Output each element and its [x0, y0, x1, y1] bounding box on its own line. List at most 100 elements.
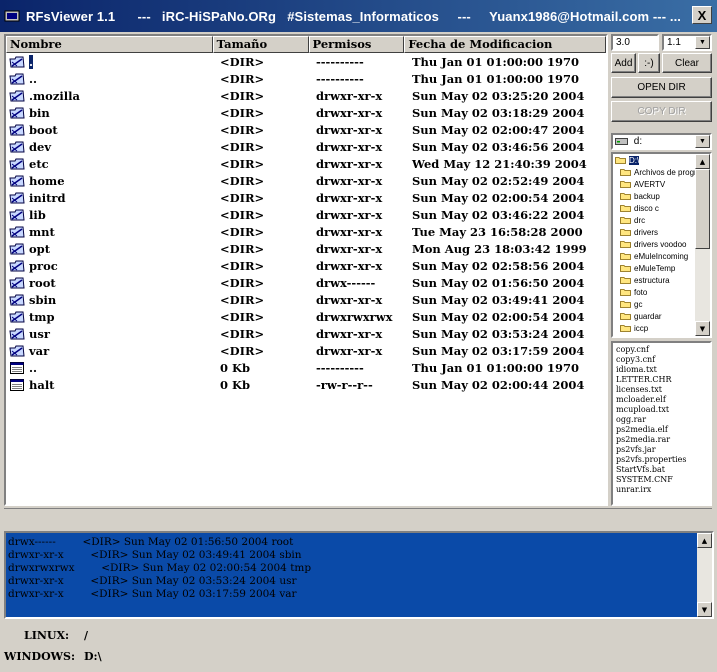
open-dir-button[interactable]: OPEN DIR: [611, 77, 712, 98]
table-row[interactable]: .mozilla <DIR> drwxr-xr-x Sun May 02 03:25:…: [6, 87, 606, 104]
column-header-tamano[interactable]: Tamaño: [212, 36, 309, 53]
table-row[interactable]: dev <DIR> drwxr-xr-x Sun May 02 03:46:56 20…: [6, 138, 606, 155]
table-row[interactable]: .. <DIR> ---------- Thu Jan 01 01:00:00 197…: [6, 70, 606, 87]
file-name: ..: [29, 71, 38, 86]
column-header-fecha[interactable]: Fecha de Modificacion: [404, 36, 606, 53]
list-item[interactable]: eMuleTemp: [613, 262, 696, 274]
clear-button[interactable]: Clear: [662, 53, 712, 73]
scroll-down-icon[interactable]: ▼: [695, 321, 710, 336]
list-item[interactable]: copy.cnf: [616, 345, 710, 355]
folder-icon: [620, 205, 631, 212]
folder-icon: [620, 229, 631, 236]
cell-size: <DIR>: [220, 88, 265, 103]
close-button[interactable]: X: [692, 6, 712, 24]
cell-permissions: drwx------: [316, 275, 376, 290]
cell-size: <DIR>: [220, 71, 265, 86]
list-item[interactable]: disco c: [613, 202, 696, 214]
scroll-up-icon[interactable]: ▲: [697, 533, 712, 548]
folder-icon: [620, 241, 631, 248]
cell-permissions: drwxr-xr-x: [316, 173, 383, 188]
list-item[interactable]: estructura: [613, 274, 696, 286]
list-item[interactable]: drc: [613, 214, 696, 226]
list-item[interactable]: ps2media.rar: [616, 435, 710, 445]
list-item[interactable]: StartVfs.bat: [616, 465, 710, 475]
cell-name: initrd: [6, 191, 213, 205]
list-item[interactable]: SYSTEM.CNF: [616, 475, 710, 485]
list-item[interactable]: ps2vfs.properties: [616, 455, 710, 465]
chevron-down-icon[interactable]: ▼: [695, 135, 710, 148]
file-list[interactable]: copy.cnf copy3.cnf idioma.txt LETTER.CHR lic…: [611, 341, 712, 506]
smiley-button[interactable]: :-): [638, 53, 660, 73]
scroll-down-icon[interactable]: ▼: [697, 602, 712, 617]
directory-scrollbar[interactable]: ▲ ▼: [695, 154, 710, 336]
list-item[interactable]: copy3.cnf: [616, 355, 710, 365]
table-row[interactable]: halt 0 Kb -rw-r--r-- Sun May 02 02:00:44 20…: [6, 376, 606, 393]
table-row[interactable]: usr <DIR> drwxr-xr-x Sun May 02 03:53:24 20…: [6, 325, 606, 342]
column-header-permisos[interactable]: Permisos: [308, 36, 405, 53]
list-item[interactable]: backup: [613, 190, 696, 202]
folder-link-icon: [9, 124, 25, 135]
table-row[interactable]: mnt <DIR> drwxr-xr-x Tue May 23 16:58:28 20…: [6, 223, 606, 240]
table-row[interactable]: root <DIR> drwx------ Sun May 02 01:56:50 2…: [6, 274, 606, 291]
list-item[interactable]: gc: [613, 298, 696, 310]
chevron-down-icon[interactable]: ▼: [695, 36, 710, 49]
cell-date: Sun May 02 03:46:56 2004: [412, 139, 585, 154]
cell-permissions: drwxr-xr-x: [316, 241, 383, 256]
copy-dir-button[interactable]: COPY DIR: [611, 101, 712, 122]
cell-name: tmp: [6, 310, 213, 324]
list-item[interactable]: ps2media.elf: [616, 425, 710, 435]
list-item[interactable]: mcupload.txt: [616, 405, 710, 415]
list-item[interactable]: ogg.rar: [616, 415, 710, 425]
table-row[interactable]: home <DIR> drwxr-xr-x Sun May 02 02:52:49 2…: [6, 172, 606, 189]
directory-list[interactable]: D:\Archivos de programaAVERTVbackupdisco…: [611, 152, 712, 338]
folder-link-icon: [9, 243, 25, 254]
log-scrollbar[interactable]: ▲ ▼: [697, 533, 712, 617]
list-item[interactable]: LETTER.CHR: [616, 375, 710, 385]
version-combo[interactable]: 1.1 ▼: [662, 34, 712, 51]
list-item[interactable]: iccp: [613, 322, 696, 334]
table-row[interactable]: . <DIR> ---------- Thu Jan 01 01:00:00 1970: [6, 53, 606, 70]
list-item[interactable]: D:\: [613, 154, 696, 166]
ip-input[interactable]: 3.0: [611, 34, 659, 51]
listview-header: Nombre Tamaño Permisos Fecha de Modifica…: [6, 36, 606, 53]
folder-link-icon: [9, 192, 25, 203]
scroll-up-icon[interactable]: ▲: [695, 154, 710, 169]
list-item[interactable]: Archivos de programa: [613, 166, 696, 178]
cell-name: boot: [6, 123, 213, 137]
list-item[interactable]: licenses.txt: [616, 385, 710, 395]
list-item[interactable]: ps2vfs.jar: [616, 445, 710, 455]
list-item[interactable]: drivers: [613, 226, 696, 238]
list-item[interactable]: foto: [613, 286, 696, 298]
list-item[interactable]: AVERTV: [613, 178, 696, 190]
list-item[interactable]: mcloader.elf: [616, 395, 710, 405]
log-line: drwxrwxrwx <DIR> Sun May 02 02:00:54 200…: [8, 562, 312, 574]
table-row[interactable]: tmp <DIR> drwxrwxrwx Sun May 02 02:00:54 20…: [6, 308, 606, 325]
list-item[interactable]: guardar: [613, 310, 696, 322]
table-row[interactable]: sbin <DIR> drwxr-xr-x Sun May 02 03:49:41 2…: [6, 291, 606, 308]
table-row[interactable]: var <DIR> drwxr-xr-x Sun May 02 03:17:59 20…: [6, 342, 606, 359]
list-item[interactable]: unrar.irx: [616, 485, 710, 495]
cell-name: etc: [6, 157, 213, 171]
table-row[interactable]: .. 0 Kb ---------- Thu Jan 01 01:00:00 1970: [6, 359, 606, 376]
scrollbar-thumb[interactable]: [695, 169, 710, 249]
add-button[interactable]: Add: [611, 53, 636, 73]
list-item[interactable]: drivers voodoo: [613, 238, 696, 250]
cell-date: Sun May 02 02:00:47 2004: [412, 122, 585, 137]
table-row[interactable]: etc <DIR> drwxr-xr-x Wed May 12 21:40:39 20…: [6, 155, 606, 172]
list-item[interactable]: eMuleIncoming: [613, 250, 696, 262]
list-item[interactable]: idioma.txt: [616, 365, 710, 375]
file-listview[interactable]: Nombre Tamaño Permisos Fecha de Modifica…: [4, 34, 608, 506]
table-row[interactable]: lib <DIR> drwxr-xr-x Sun May 02 03:46:22 20…: [6, 206, 606, 223]
table-row[interactable]: proc <DIR> drwxr-xr-x Sun May 02 02:58:56 2…: [6, 257, 606, 274]
drive-combo[interactable]: d: ▼: [611, 133, 712, 150]
cell-name: home: [6, 174, 213, 188]
table-row[interactable]: bin <DIR> drwxr-xr-x Sun May 02 03:18:29 20…: [6, 104, 606, 121]
cell-permissions: drwxr-xr-x: [316, 258, 383, 273]
column-header-nombre[interactable]: Nombre: [6, 36, 213, 53]
table-row[interactable]: boot <DIR> drwxr-xr-x Sun May 02 02:00:47 2…: [6, 121, 606, 138]
log-panel[interactable]: drwx------ <DIR> Sun May 02 01:56:50 200…: [4, 531, 714, 619]
cell-size: 0 Kb: [220, 377, 251, 392]
file-icon: [10, 361, 24, 374]
table-row[interactable]: opt <DIR> drwxr-xr-x Mon Aug 23 18:03:42 19…: [6, 240, 606, 257]
table-row[interactable]: initrd <DIR> drwxr-xr-x Sun May 02 02:00:54…: [6, 189, 606, 206]
